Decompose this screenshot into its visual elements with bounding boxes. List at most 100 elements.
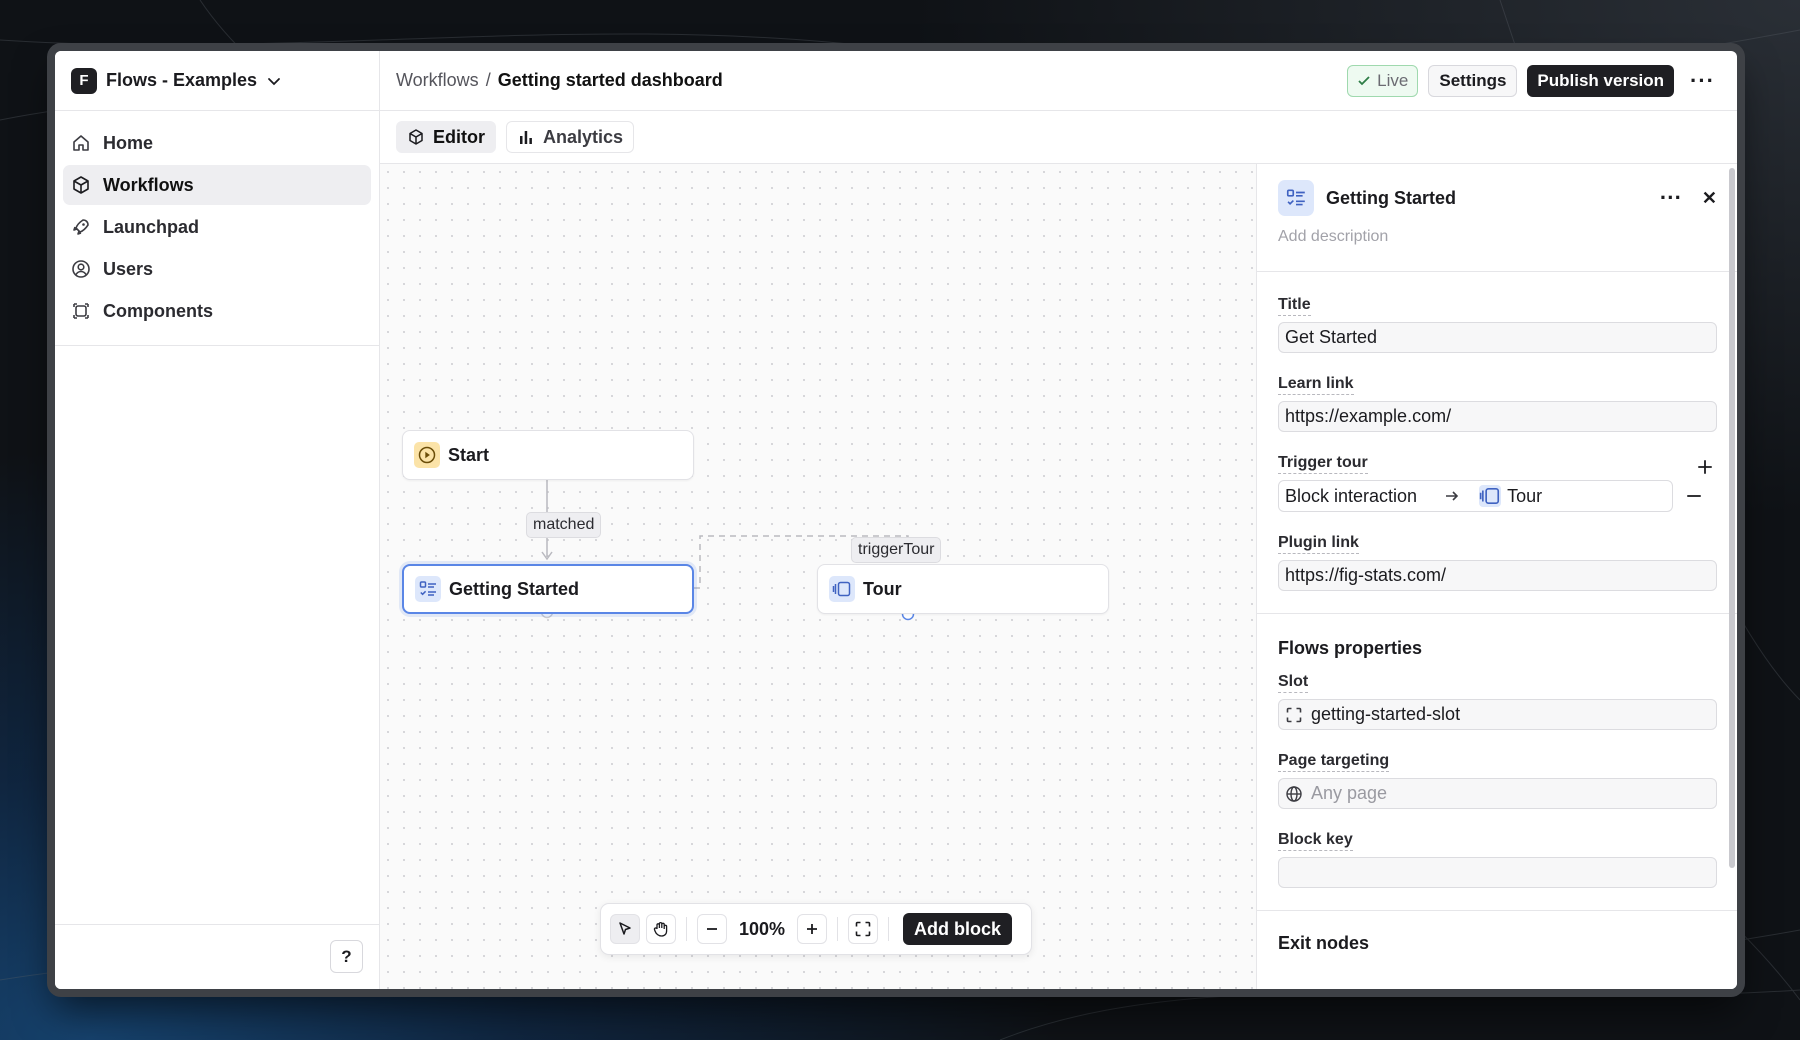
plugin-link-input[interactable]: https://fig-stats.com/ xyxy=(1278,560,1717,591)
hand-icon xyxy=(653,922,668,937)
zoom-out-button[interactable] xyxy=(697,914,727,944)
settings-button[interactable]: Settings xyxy=(1428,64,1518,97)
toolbar-divider xyxy=(888,917,890,941)
org-name: Flows - Examples xyxy=(106,70,258,90)
app-window: F Flows - Examples Home Workflows Launch… xyxy=(55,51,1737,989)
home-icon xyxy=(73,135,89,151)
sidebar-item-label: Users xyxy=(103,258,154,279)
select-tool-button[interactable] xyxy=(610,914,640,944)
field-plugin-link: Plugin link https://fig-stats.com/ xyxy=(1278,534,1717,591)
panel-scrollbar[interactable] xyxy=(1729,168,1735,868)
components-icon xyxy=(73,303,89,319)
more-options-button[interactable]: ··· xyxy=(1684,68,1721,94)
trigger-source: Block interaction xyxy=(1285,485,1418,506)
node-label: Start xyxy=(448,444,490,465)
breadcrumb: Workflows / Getting started dashboard xyxy=(396,70,723,91)
field-label: Plugin link xyxy=(1278,534,1359,554)
chevron-down-icon xyxy=(268,77,280,85)
checklist-icon xyxy=(415,576,441,602)
sidebar-item-label: Workflows xyxy=(103,174,194,195)
node-getting-started[interactable]: Getting Started xyxy=(402,564,694,614)
slot-input[interactable]: getting-started-slot xyxy=(1278,699,1717,730)
zoom-level: 100% xyxy=(739,918,786,939)
cursor-icon xyxy=(619,922,631,935)
bar-chart-icon xyxy=(520,131,532,144)
field-label: Learn link xyxy=(1278,375,1354,395)
panel-title: Getting Started xyxy=(1326,187,1457,208)
panel-more-button[interactable]: ··· xyxy=(1660,185,1682,211)
publish-version-button[interactable]: Publish version xyxy=(1527,64,1675,97)
panel-header: Getting Started ··· ✕ Add description xyxy=(1257,164,1737,272)
field-label: Slot xyxy=(1278,673,1309,693)
sidebar-item-users[interactable]: Users xyxy=(63,249,371,289)
plus-icon[interactable] xyxy=(1696,458,1714,476)
top-bar: Workflows / Getting started dashboard Li… xyxy=(380,51,1737,111)
sidebar-nav: Home Workflows Launchpad Users Component… xyxy=(55,111,379,346)
slot-value: getting-started-slot xyxy=(1311,704,1461,724)
page-targeting-input[interactable]: Any page xyxy=(1278,778,1717,809)
sidebar: F Flows - Examples Home Workflows Launch… xyxy=(55,51,380,989)
help-button[interactable]: ? xyxy=(330,940,363,973)
breadcrumb-separator: / xyxy=(485,70,491,90)
flows-properties-title: Flows properties xyxy=(1278,638,1423,658)
breadcrumb-parent[interactable]: Workflows xyxy=(396,70,479,91)
learn-link-input[interactable]: https://example.com/ xyxy=(1278,401,1717,432)
close-icon[interactable]: ✕ xyxy=(1702,188,1717,209)
sidebar-item-launchpad[interactable]: Launchpad xyxy=(63,207,371,247)
block-key-input[interactable] xyxy=(1278,857,1717,888)
tab-analytics[interactable]: Analytics xyxy=(506,121,635,153)
node-tour[interactable]: Tour xyxy=(817,564,1109,614)
node-label: Tour xyxy=(863,578,902,599)
field-title: Title Get Started xyxy=(1278,296,1717,353)
add-block-button[interactable]: Add block xyxy=(903,913,1013,945)
title-input[interactable]: Get Started xyxy=(1278,322,1717,353)
field-label: Page targeting xyxy=(1278,752,1390,772)
tab-label: Editor xyxy=(433,126,485,147)
user-circle-icon xyxy=(72,260,90,278)
slot-icon xyxy=(1286,707,1302,722)
node-start[interactable]: Start xyxy=(402,430,694,480)
field-label: Title xyxy=(1278,296,1311,316)
trigger-target: Tour xyxy=(1507,485,1543,506)
section-divider xyxy=(1257,910,1737,911)
section-divider xyxy=(1257,613,1737,614)
zoom-in-button[interactable] xyxy=(797,914,828,944)
plus-icon xyxy=(807,924,818,934)
rocket-icon xyxy=(73,219,89,235)
block-properties-panel: Getting Started ··· ✕ Add description Ti… xyxy=(1256,164,1737,989)
field-learn-link: Learn link https://example.com/ xyxy=(1278,375,1717,432)
workflow-canvas[interactable]: Start matched triggerTour Getting Starte… xyxy=(380,164,1256,989)
tab-bar: Editor Analytics xyxy=(380,111,1737,164)
org-switcher[interactable]: F Flows - Examples xyxy=(55,51,379,111)
tour-icon xyxy=(829,576,855,602)
workflows-icon xyxy=(73,176,89,194)
live-label: Live xyxy=(1377,70,1409,90)
live-status-badge[interactable]: Live xyxy=(1347,64,1419,97)
pan-tool-button[interactable] xyxy=(646,914,676,944)
sidebar-footer: ? xyxy=(55,924,379,989)
tab-editor[interactable]: Editor xyxy=(396,121,496,153)
check-icon xyxy=(1358,75,1370,85)
sidebar-item-home[interactable]: Home xyxy=(63,123,371,163)
page-targeting-placeholder: Any page xyxy=(1311,783,1388,803)
sidebar-item-label: Home xyxy=(103,132,154,153)
fit-view-icon xyxy=(855,921,871,937)
fit-view-button[interactable] xyxy=(848,914,879,944)
tour-icon xyxy=(1479,485,1502,507)
checklist-icon xyxy=(1278,180,1314,216)
field-block-key: Block key xyxy=(1278,831,1717,888)
edge-label-matched: matched xyxy=(526,512,602,538)
arrow-right-icon xyxy=(1446,491,1459,501)
cube-icon xyxy=(409,129,423,145)
play-icon xyxy=(414,442,440,468)
sidebar-item-workflows[interactable]: Workflows xyxy=(63,165,371,205)
minus-icon[interactable] xyxy=(1685,487,1703,505)
toolbar-divider xyxy=(686,917,687,941)
sidebar-item-label: Components xyxy=(103,300,213,321)
description-input[interactable]: Add description xyxy=(1278,228,1717,246)
panel-body: Title Get Started Learn link https://exa… xyxy=(1257,272,1737,954)
sidebar-item-components[interactable]: Components xyxy=(63,291,371,331)
field-slot: Slot getting-started-slot xyxy=(1278,673,1717,730)
trigger-tour-mapping[interactable]: Block interaction Tour xyxy=(1278,480,1673,512)
node-label: Getting Started xyxy=(449,578,580,599)
